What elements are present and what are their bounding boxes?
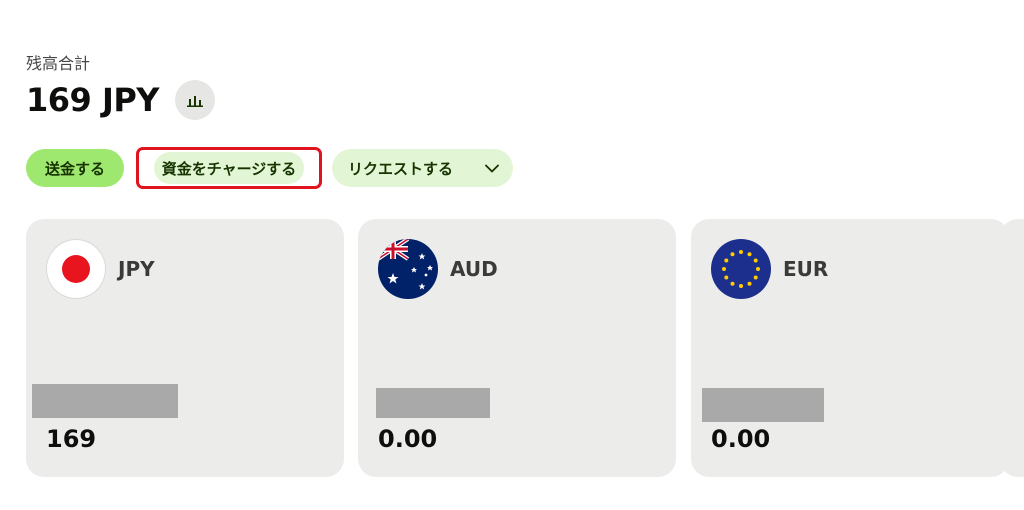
chevron-down-icon <box>485 164 499 173</box>
request-button-label: リクエストする <box>348 159 454 178</box>
australia-flag-icon <box>378 239 438 299</box>
request-button[interactable]: リクエストする <box>332 149 513 187</box>
currency-card-jpy[interactable]: JPY 169 <box>26 219 344 477</box>
currency-card-aud[interactable]: AUD 0.00 <box>358 219 676 477</box>
balance-overview: 残高合計 169 JPY 送金する 資金をチャージする リクエストする JPY … <box>0 0 1024 510</box>
action-buttons: 送金する 資金をチャージする リクエストする <box>26 147 513 189</box>
total-balance-amount: 169 JPY <box>26 81 159 119</box>
currency-balance: 169 <box>46 425 97 453</box>
add-money-button[interactable]: 資金をチャージする <box>153 152 305 184</box>
currency-cards: JPY 169 AUD 0.00 EUR 0.00 <box>26 219 1024 477</box>
card-header: EUR <box>711 239 828 299</box>
total-balance-label: 残高合計 <box>26 54 91 73</box>
currency-balance: 0.00 <box>711 425 771 453</box>
japan-flag-icon <box>46 239 106 299</box>
redacted-area <box>32 384 178 418</box>
eu-flag-icon <box>711 239 771 299</box>
currency-code: AUD <box>450 257 498 281</box>
bar-chart-icon <box>186 96 203 107</box>
currency-code: JPY <box>118 257 155 281</box>
card-header: AUD <box>378 239 498 299</box>
currency-card-eur[interactable]: EUR 0.00 <box>691 219 1009 477</box>
insights-button[interactable] <box>174 80 215 120</box>
send-button[interactable]: 送金する <box>26 149 124 187</box>
redacted-area <box>702 388 824 422</box>
currency-code: EUR <box>783 257 829 281</box>
currency-balance: 0.00 <box>378 425 438 453</box>
next-currency-card-partial[interactable] <box>1000 219 1024 477</box>
redacted-area <box>376 388 490 418</box>
card-header: JPY <box>46 239 155 299</box>
balance-row: 169 JPY <box>26 78 215 122</box>
highlight-annotation: 資金をチャージする <box>136 147 322 189</box>
